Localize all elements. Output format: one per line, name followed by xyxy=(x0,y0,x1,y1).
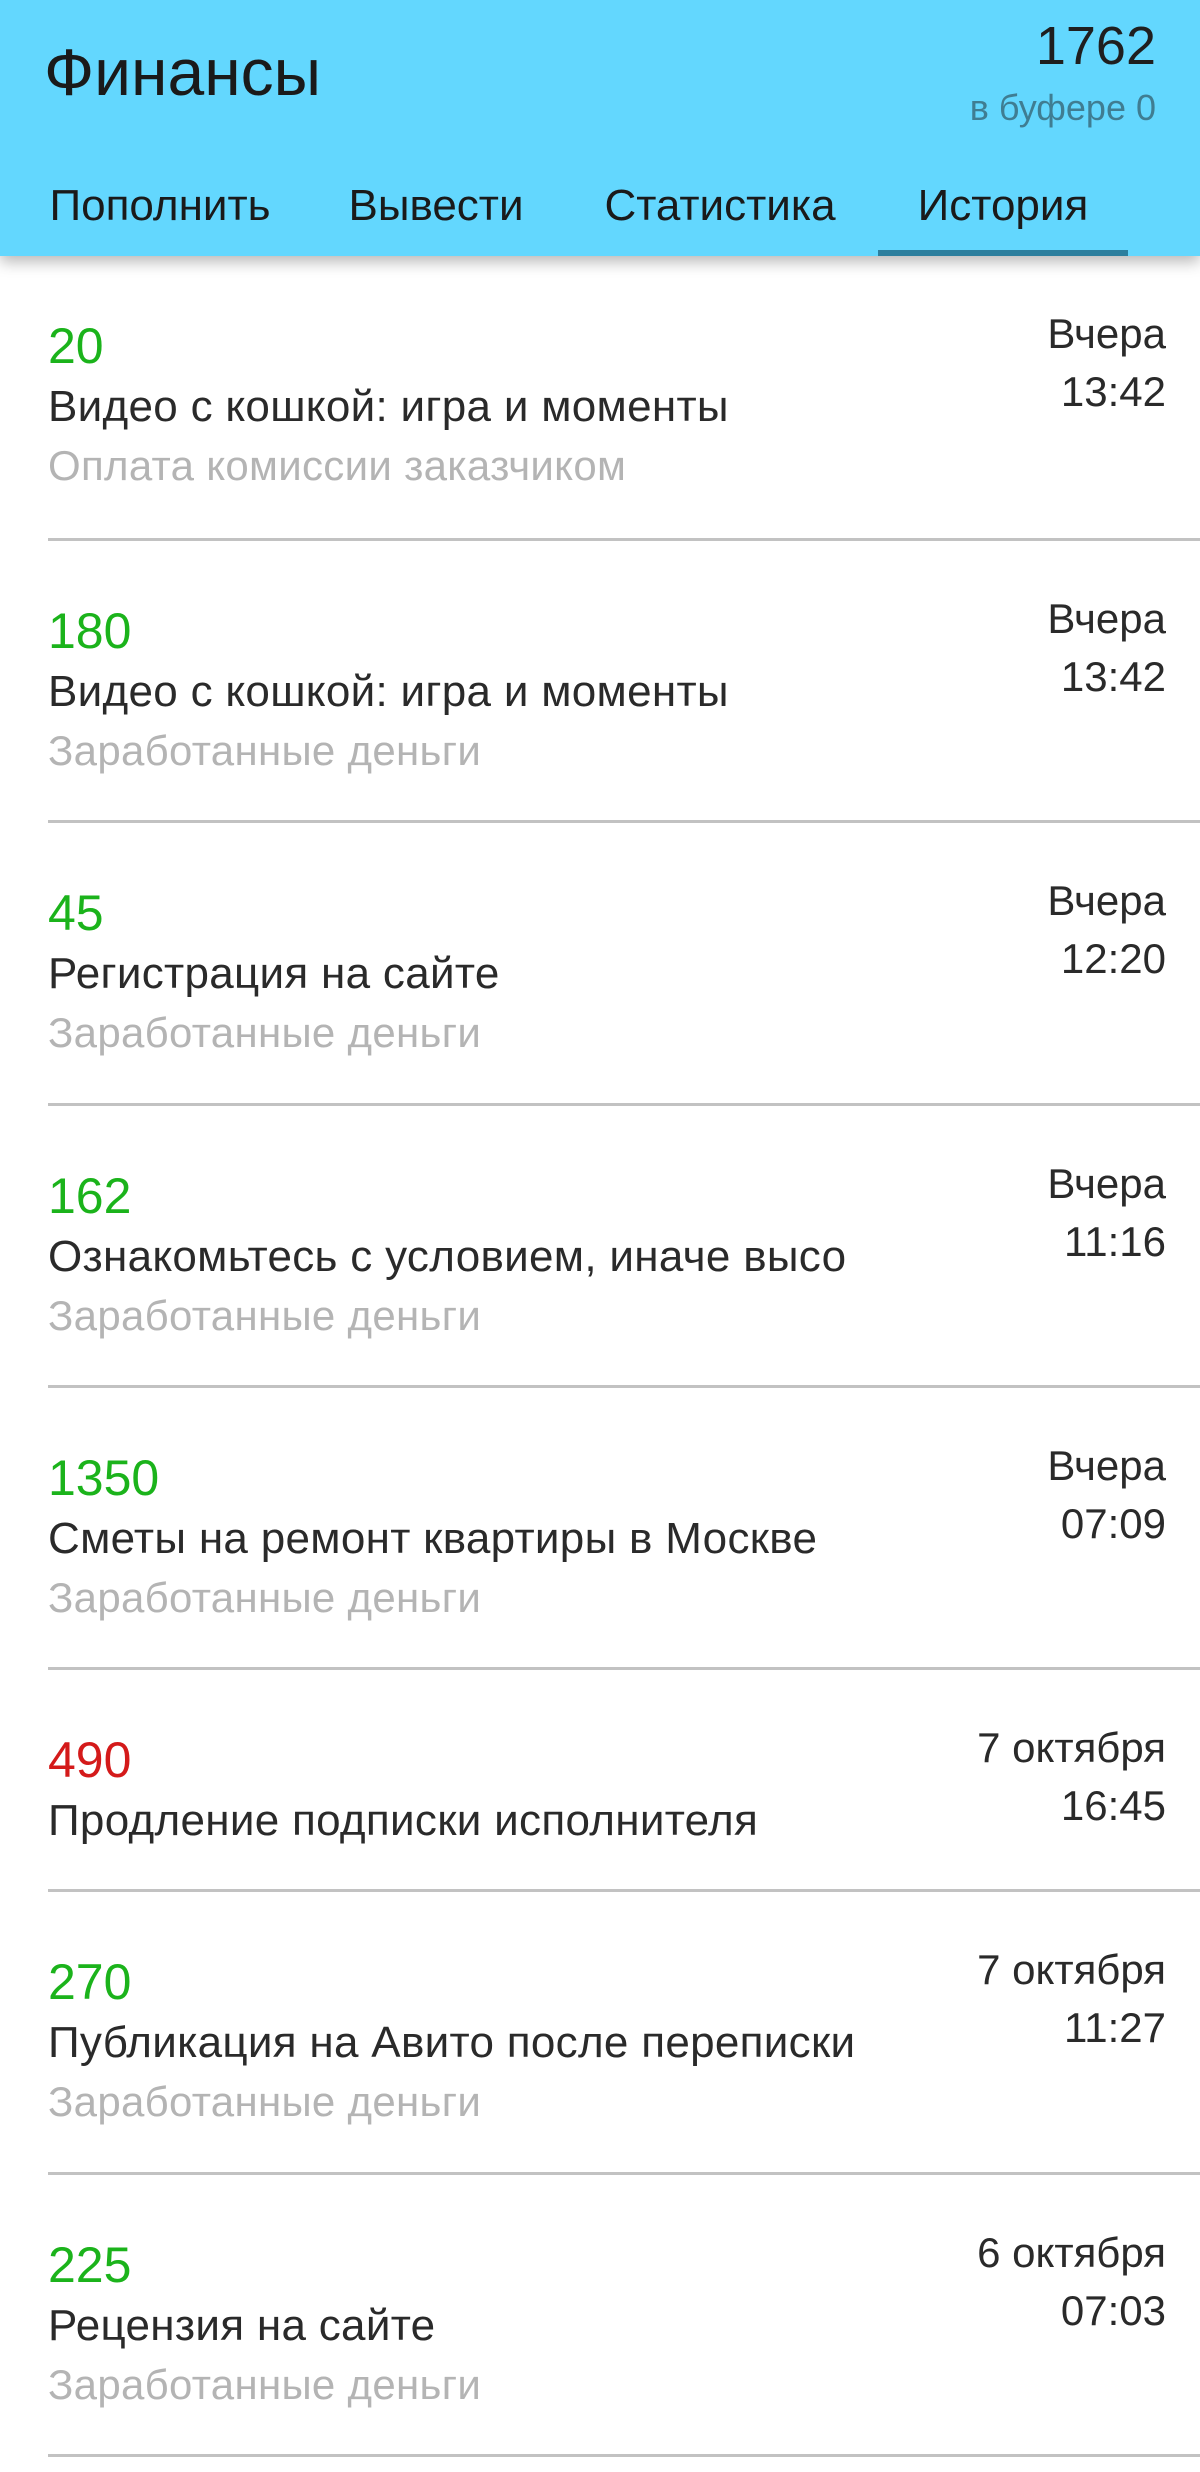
task-title: Регистрация на сайте xyxy=(48,949,500,998)
transaction-date: Вчера xyxy=(1047,877,1166,924)
transaction-type: Заработанные деньги xyxy=(48,2361,482,2408)
history-item[interactable]: 45 Регистрация на сайте Заработанные ден… xyxy=(0,823,1200,1106)
transaction-type: Заработанные деньги xyxy=(48,1574,482,1621)
task-title: Видео с кошкой: игра и моменты xyxy=(48,667,729,716)
tab-bar: Пополнить Вывести Статистика История xyxy=(0,168,1200,256)
history-list[interactable]: 20 Видео с кошкой: игра и моменты Оплата… xyxy=(0,256,1200,2472)
transaction-date: Вчера xyxy=(1047,1160,1166,1207)
tab-history[interactable]: История xyxy=(878,168,1128,256)
task-title: Ознакомьтесь с условием, иначе высо xyxy=(48,1232,847,1281)
divider xyxy=(48,2454,1200,2457)
transaction-time: 12:20 xyxy=(1060,935,1166,982)
transaction-date: 7 октября xyxy=(977,1946,1166,1993)
history-item[interactable]: 162 Ознакомьтесь с условием, иначе высо … xyxy=(0,1106,1200,1388)
tab-statistics[interactable]: Статистика xyxy=(590,168,850,256)
amount: 490 xyxy=(48,1732,132,1788)
transaction-time: 11:16 xyxy=(1064,1218,1166,1265)
app-bar: Финансы 1762 в буфере 0 Пополнить Вывест… xyxy=(0,0,1200,256)
transaction-time: 07:03 xyxy=(1060,2287,1166,2334)
transaction-type: Заработанные деньги xyxy=(48,2078,482,2125)
transaction-time: 16:45 xyxy=(1060,1782,1166,1829)
history-item[interactable]: 270 Публикация на Авито после переписки … xyxy=(0,1892,1200,2175)
transaction-date: Вчера xyxy=(1047,1442,1166,1489)
history-item[interactable]: 490 Продление подписки исполнителя 7 окт… xyxy=(0,1670,1200,1892)
transaction-time: 07:09 xyxy=(1060,1500,1166,1547)
page-title: Финансы xyxy=(44,35,322,109)
task-title: Рецензия на сайте xyxy=(48,2301,436,2350)
amount: 20 xyxy=(48,318,104,374)
transaction-time: 11:27 xyxy=(1064,2004,1166,2051)
transaction-time: 13:42 xyxy=(1060,368,1166,415)
transaction-date: 7 октября xyxy=(977,1724,1166,1771)
amount: 162 xyxy=(48,1168,132,1224)
history-item[interactable]: 225 Рецензия на сайте Заработанные деньг… xyxy=(0,2175,1200,2457)
balance-value: 1762 xyxy=(1035,16,1156,76)
task-title: Сметы на ремонт квартиры в Москве xyxy=(48,1514,818,1563)
transaction-type: Заработанные деньги xyxy=(48,1009,482,1056)
transaction-type: Заработанные деньги xyxy=(48,727,482,774)
tab-withdraw[interactable]: Вывести xyxy=(330,168,542,256)
transaction-type: Оплата комиссии заказчиком xyxy=(48,442,627,489)
amount: 180 xyxy=(48,603,132,659)
transaction-date: Вчера xyxy=(1047,310,1166,357)
task-title: Продление подписки исполнителя xyxy=(48,1796,759,1845)
amount: 225 xyxy=(48,2237,132,2293)
transaction-date: Вчера xyxy=(1047,595,1166,642)
amount: 45 xyxy=(48,885,104,941)
amount: 270 xyxy=(48,1954,132,2010)
amount: 1350 xyxy=(48,1450,160,1506)
tab-selected-indicator xyxy=(878,250,1128,256)
history-item[interactable]: 20 Видео с кошкой: игра и моменты Оплата… xyxy=(0,256,1200,541)
transaction-type: Заработанные деньги xyxy=(48,1292,482,1339)
task-title: Публикация на Авито после переписки xyxy=(48,2018,856,2067)
history-item[interactable]: 180 Видео с кошкой: игра и моменты Зараб… xyxy=(0,541,1200,823)
task-title: Видео с кошкой: игра и моменты xyxy=(48,382,729,431)
tab-topup[interactable]: Пополнить xyxy=(20,168,300,256)
transaction-time: 13:42 xyxy=(1060,653,1166,700)
buffer-value: в буфере 0 xyxy=(969,87,1156,128)
transaction-date: 6 октября xyxy=(977,2229,1166,2276)
history-item[interactable]: 1350 Сметы на ремонт квартиры в Москве З… xyxy=(0,1388,1200,1670)
